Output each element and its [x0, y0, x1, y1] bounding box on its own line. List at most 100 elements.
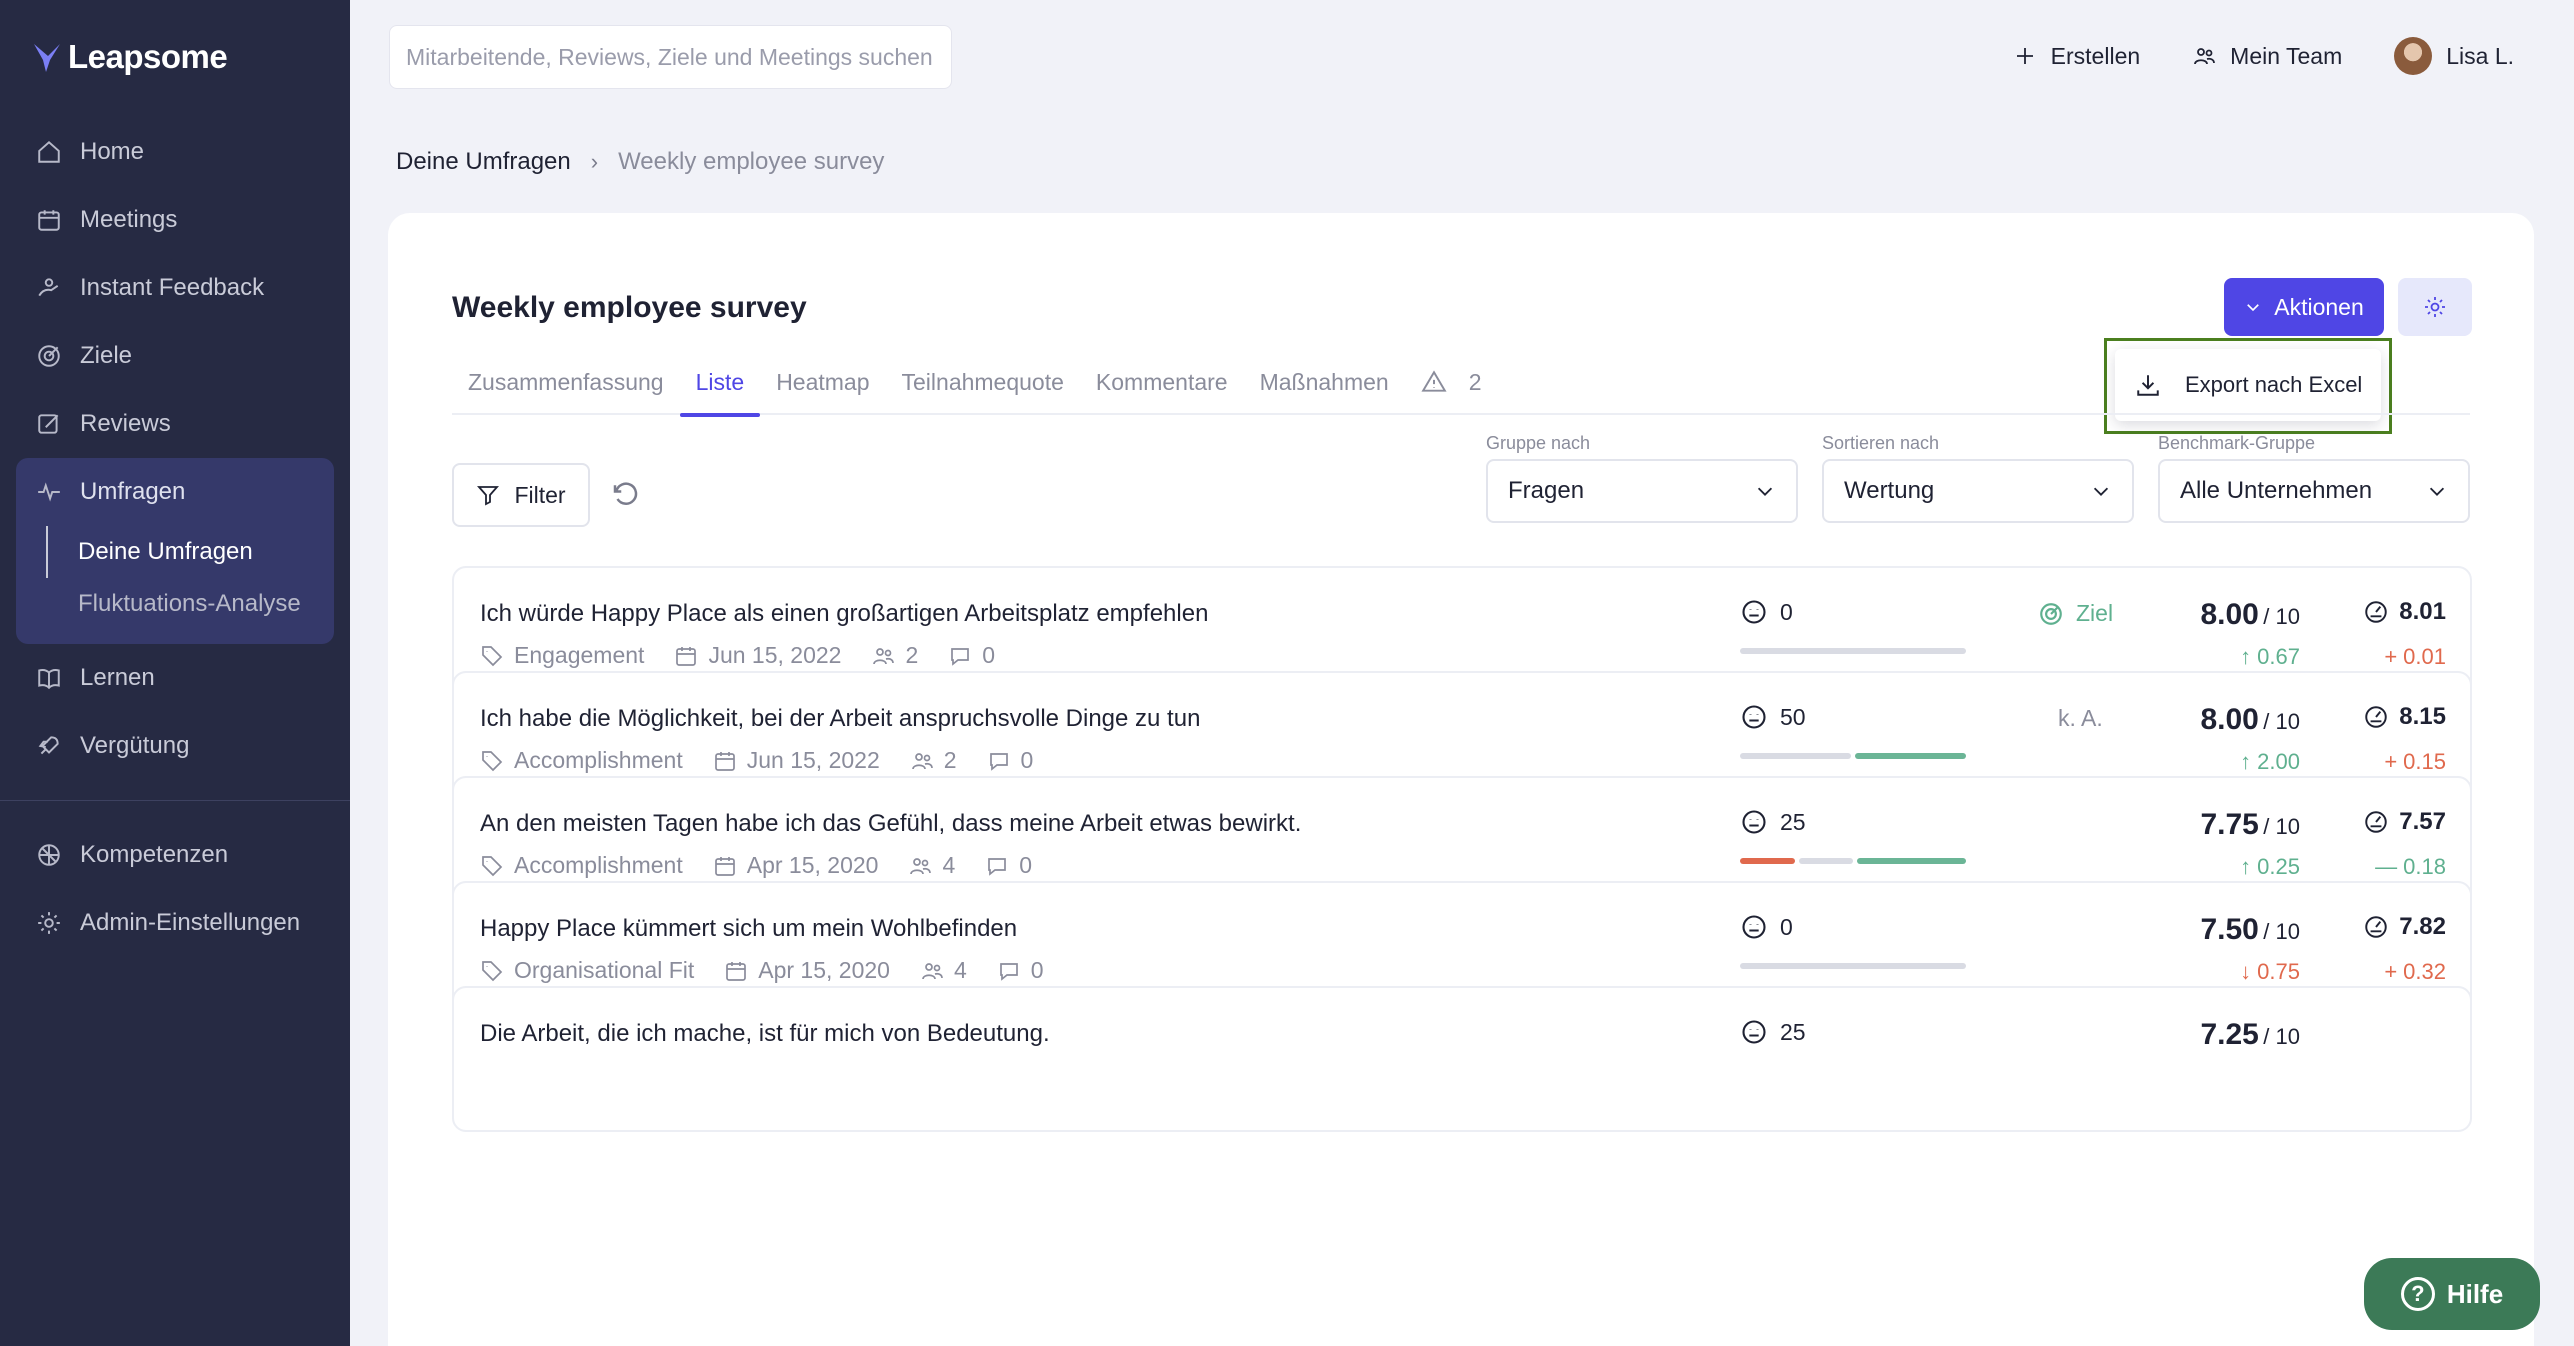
tab-liste[interactable]: Liste: [679, 349, 761, 417]
category: Organisational Fit: [480, 957, 694, 984]
benchmark-delta: +0.15: [2384, 749, 2446, 775]
user-menu[interactable]: Lisa L.: [2394, 37, 2514, 75]
category-label: Accomplishment: [514, 747, 683, 773]
calendar-icon: [38, 210, 60, 231]
sidebar-item-label: Umfragen: [80, 478, 186, 505]
comments: 0: [997, 957, 1044, 984]
comments-count: 0: [1019, 852, 1033, 878]
sidebar-subitem-fluktuations-analyse[interactable]: Fluktuations-Analyse: [46, 578, 334, 630]
benchmark-value: 8.01: [2399, 598, 2446, 625]
breadcrumb-parent[interactable]: Deine Umfragen: [396, 148, 571, 176]
score-scale: / 10: [2263, 604, 2300, 629]
date: Apr 15, 2020: [713, 852, 878, 879]
arrow-down-icon: ↓: [2240, 959, 2252, 984]
distribution-bar: [1740, 858, 1966, 864]
avatar: [2394, 37, 2433, 75]
tab-heatmap[interactable]: Heatmap: [760, 349, 885, 415]
plus-icon: +: [2384, 749, 2398, 774]
sidebar-item-umfragen[interactable]: Umfragen: [16, 458, 334, 526]
settings-button[interactable]: [2398, 278, 2472, 336]
user-name: Lisa L.: [2446, 42, 2514, 69]
sidebar-item-lernen[interactable]: Lernen: [16, 644, 334, 712]
filter-icon: [477, 486, 500, 506]
participants: 2: [871, 642, 918, 669]
score-delta-value: 0.67: [2257, 644, 2300, 669]
category-label: Organisational Fit: [514, 957, 695, 983]
gear-icon: [2425, 297, 2445, 317]
distribution-segment: [1740, 648, 1966, 654]
sidebar-item-instant-feedback[interactable]: Instant Feedback: [16, 254, 334, 322]
minus-icon: —: [2375, 854, 2398, 879]
distribution-segment: [1855, 753, 1966, 759]
response-distribution: 0: [1740, 598, 1793, 626]
arrow-up-icon: ↑: [2240, 749, 2252, 774]
tab-zusammenfassung[interactable]: Zusammenfassung: [452, 349, 680, 415]
sidebar-item-kompetenzen[interactable]: Kompetenzen: [16, 821, 334, 889]
distribution-segment: [1857, 858, 1966, 864]
sidebar-item-admin-einstellungen[interactable]: Admin-Einstellungen: [16, 889, 334, 957]
question-text: Happy Place kümmert sich um mein Wohlbef…: [480, 915, 1018, 942]
tab-kommentare[interactable]: Kommentare: [1080, 349, 1244, 415]
create-button[interactable]: Erstellen: [2013, 43, 2140, 70]
top-nav: Erstellen Mein Team Lisa L.: [2013, 30, 2514, 82]
breadcrumb: Deine Umfragen › Weekly employee survey: [396, 148, 884, 176]
comments: 0: [985, 852, 1032, 879]
category-label: Accomplishment: [514, 852, 683, 878]
sidebar-item-ziele[interactable]: Ziele: [16, 322, 334, 390]
my-team-button[interactable]: Mein Team: [2192, 43, 2342, 70]
sidebar-item-label: Kompetenzen: [80, 841, 229, 868]
create-label: Erstellen: [2050, 42, 2141, 69]
score-delta: ↑ 0.67: [2240, 644, 2300, 670]
sort-by-select[interactable]: Wertung: [1822, 459, 2134, 523]
smiley-icon: [1742, 705, 1766, 729]
arrow-up-icon: ↑: [2240, 854, 2252, 879]
benchmark-select[interactable]: Alle Unternehmen: [2158, 459, 2470, 523]
score: 8.00 / 10: [2200, 598, 2300, 632]
group-by-select[interactable]: Fragen: [1486, 459, 1798, 523]
group-by-label: Gruppe nach: [1486, 433, 1591, 453]
sidebar-item-verguetung[interactable]: Vergütung: [16, 712, 334, 780]
umfragen-submenu: Deine Umfragen Fluktuations-Analyse: [46, 526, 334, 630]
my-team-label: Mein Team: [2230, 42, 2343, 69]
actions-button[interactable]: Aktionen: [2224, 278, 2384, 336]
score: 7.25 / 10: [2200, 1018, 2300, 1052]
tab-warnings[interactable]: 2: [1405, 349, 1498, 415]
sidebar-item-home[interactable]: Home: [16, 118, 334, 186]
goal-label: Ziel: [2076, 600, 2114, 626]
question-text: Ich habe die Möglichkeit, bei der Arbeit…: [480, 705, 1201, 732]
score-delta-value: 0.75: [2257, 959, 2300, 984]
comment-icon: [988, 857, 1007, 876]
comments: 0: [948, 642, 995, 669]
sort-by-label: Sortieren nach: [1822, 433, 1940, 453]
rocket-icon: [38, 736, 59, 755]
sidebar-item-reviews[interactable]: Reviews: [16, 390, 334, 458]
pulse-icon: [38, 482, 60, 502]
score-value: 7.25: [2200, 1018, 2259, 1051]
score: 7.50 / 10: [2200, 913, 2300, 947]
participants-count: 4: [953, 957, 967, 983]
sidebar-subitem-deine-umfragen[interactable]: Deine Umfragen: [48, 526, 334, 578]
sidebar-nav: Home Meetings Instant Feedback Ziele Rev…: [0, 118, 350, 957]
category: Accomplishment: [480, 852, 683, 879]
response-distribution: 0: [1740, 913, 1793, 941]
benchmark-value: 7.82: [2399, 913, 2446, 940]
help-button[interactable]: ? Hilfe: [2364, 1258, 2540, 1330]
comments-count: 0: [982, 642, 996, 668]
question-row[interactable]: Die Arbeit, die ich mache, ist für mich …: [452, 986, 2472, 1132]
warning-icon: [1421, 370, 1447, 392]
global-search[interactable]: [389, 25, 952, 89]
tab-massnahmen[interactable]: Maßnahmen: [1244, 349, 1405, 415]
tab-teilnahmequote[interactable]: Teilnahmequote: [886, 349, 1080, 415]
question-mark-icon: ?: [2400, 1277, 2435, 1311]
leapsome-logo[interactable]: Leapsome: [32, 38, 228, 76]
reset-filter-button[interactable]: [610, 479, 642, 511]
response-distribution: 25: [1740, 1018, 1806, 1046]
goal-target-icon: [2040, 602, 2062, 625]
response-value: 50: [1780, 703, 1806, 730]
filter-button[interactable]: Filter: [452, 463, 590, 527]
benchmark-delta: +0.01: [2384, 644, 2446, 670]
search-input[interactable]: [406, 43, 935, 71]
sidebar-item-meetings[interactable]: Meetings: [16, 186, 334, 254]
feedback-icon: [38, 278, 59, 297]
benchmark-delta-value: 0.32: [2403, 959, 2446, 984]
